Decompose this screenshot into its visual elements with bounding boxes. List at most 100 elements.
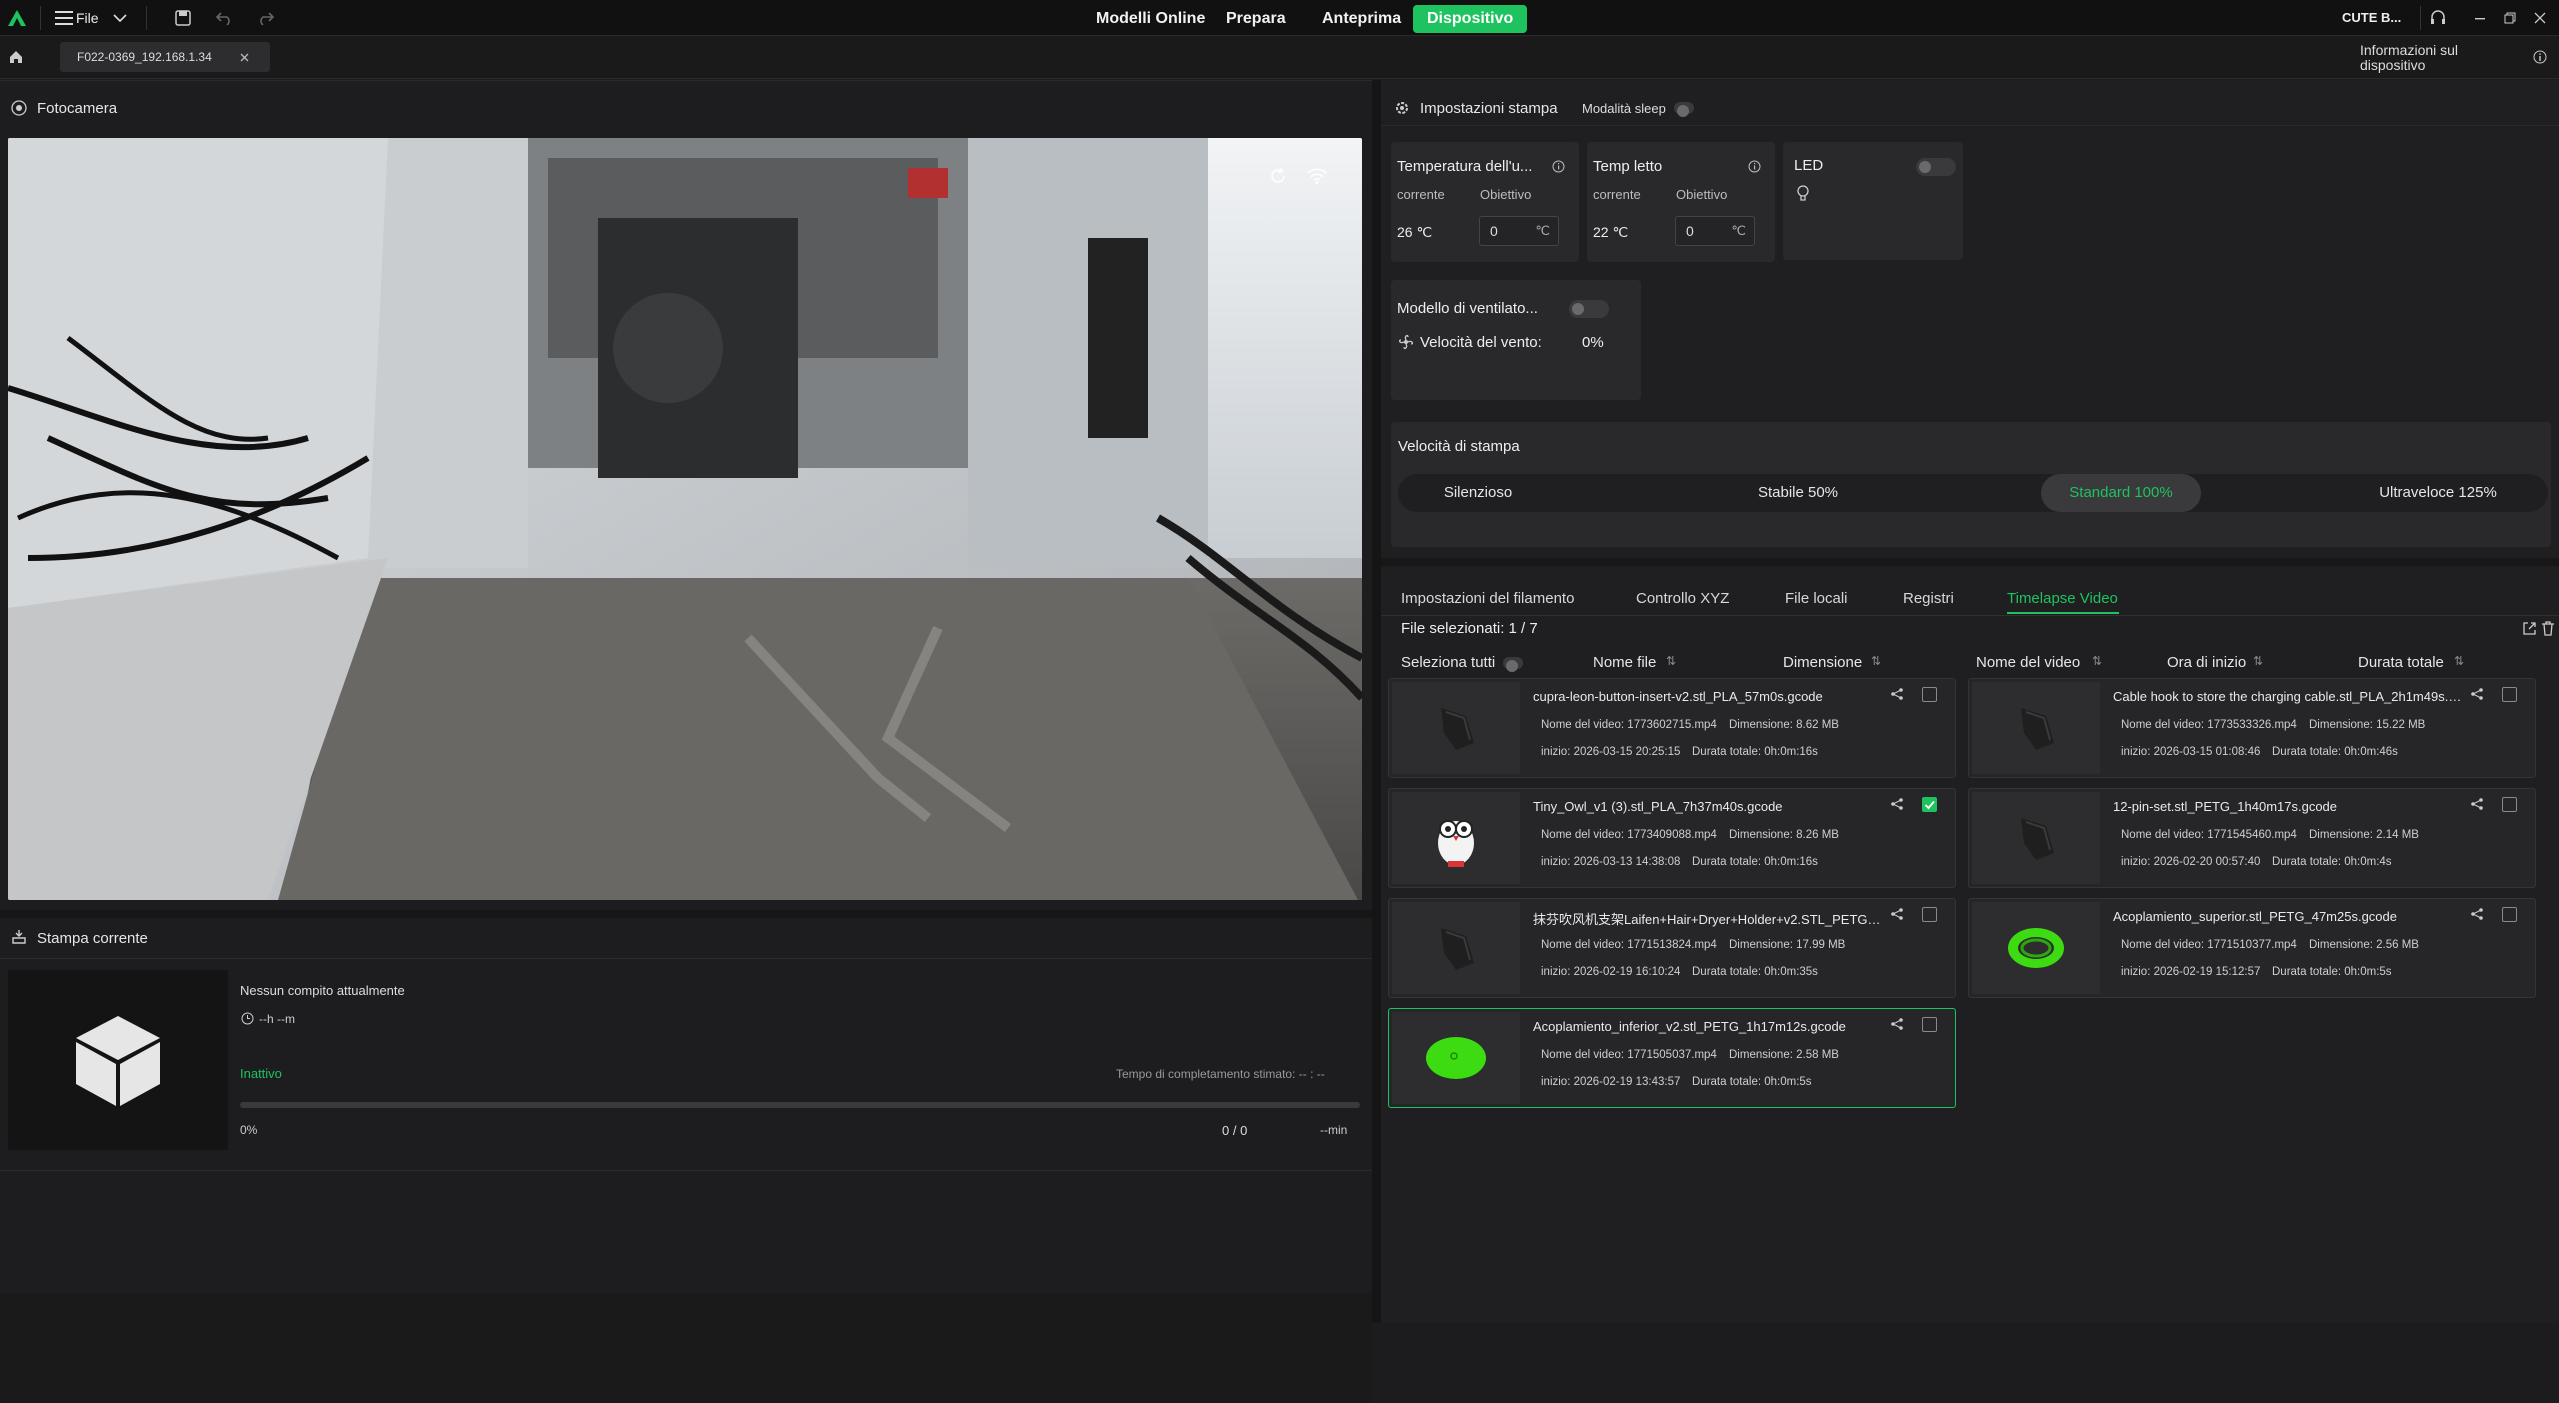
timelapse-video-name: Nome del video: 1771510377.mp4 [2121, 939, 2297, 951]
timelapse-start: inizio: 2026-02-19 15:12:57 [2121, 966, 2261, 978]
timelapse-card[interactable]: Acoplamiento_inferior_v2.stl_PETG_1h17m1… [1388, 1008, 1956, 1108]
tab-registri[interactable]: Registri [1903, 590, 1954, 607]
col-nome-video[interactable]: Nome del video [1976, 654, 2080, 671]
nav-modelli-online[interactable]: Modelli Online [1082, 5, 1219, 33]
timelapse-file-name: Tiny_Owl_v1 (3).stl_PLA_7h37m40s.gcode [1533, 799, 1783, 814]
col-nome-file[interactable]: Nome file [1593, 654, 1656, 671]
share-icon[interactable] [1891, 688, 1903, 700]
hamburger-menu-icon[interactable] [54, 9, 74, 27]
col-dimensione[interactable]: Dimensione [1783, 654, 1862, 671]
timelapse-card[interactable]: Acoplamiento_superior.stl_PETG_47m25s.gc… [1968, 898, 2536, 998]
trash-icon[interactable] [2539, 619, 2557, 637]
device-tab-label: F022-0369_192.168.1.34 [77, 50, 212, 64]
timelapse-size: Dimensione: 8.26 MB [1729, 829, 1839, 841]
print-speed-card: Velocità di stampa Silenzioso Stabile 50… [1391, 422, 2551, 547]
sort-icon[interactable]: ⇅ [1666, 654, 1676, 668]
timelapse-start: inizio: 2026-03-15 01:08:46 [2121, 746, 2261, 758]
sort-icon[interactable]: ⇅ [1871, 654, 1881, 668]
info-icon[interactable] [2532, 49, 2548, 65]
timelapse-size: Dimensione: 2.58 MB [1729, 1049, 1839, 1061]
share-icon[interactable] [2471, 798, 2483, 810]
col-ora-inizio[interactable]: Ora di inizio [2167, 654, 2246, 671]
sort-icon[interactable]: ⇅ [2454, 654, 2464, 668]
eta-label: Tempo di completamento stimato: -- : -- [1116, 1067, 1325, 1081]
empty-area [0, 1293, 1372, 1403]
timelapse-card[interactable]: cupra-leon-button-insert-v2.stl_PLA_57m0… [1388, 678, 1956, 778]
undo-icon[interactable] [214, 9, 234, 27]
layer-count: 0 / 0 [1222, 1123, 1248, 1138]
fan-toggle[interactable] [1569, 300, 1609, 318]
info-icon[interactable] [1551, 159, 1565, 173]
restore-icon[interactable] [2500, 8, 2520, 28]
sort-icon[interactable]: ⇅ [2092, 654, 2102, 668]
timelapse-card[interactable]: 抹芬吹风机支架Laifen+Hair+Dryer+Holder+v2.STL_P… [1388, 898, 1956, 998]
file-menu[interactable]: File [76, 10, 99, 26]
speed-option-stabile[interactable]: Stabile 50% [1718, 474, 1878, 512]
lightbulb-icon [1795, 184, 1811, 204]
camera-feed[interactable] [8, 138, 1362, 900]
cube-icon [76, 1016, 160, 1106]
user-name[interactable]: CUTE B... [2342, 10, 2401, 25]
timelapse-duration: Durata totale: 0h:0m:16s [1692, 856, 1818, 868]
close-window-icon[interactable] [2530, 8, 2550, 28]
share-icon[interactable] [2471, 908, 2483, 920]
tab-file-locali[interactable]: File locali [1785, 590, 1848, 607]
home-icon[interactable] [6, 47, 26, 67]
nozzle-target-input[interactable]: 0 ℃ [1479, 216, 1559, 246]
tab-xyz[interactable]: Controllo XYZ [1636, 590, 1729, 607]
chevron-down-icon[interactable] [112, 10, 128, 26]
timelapse-card[interactable]: Tiny_Owl_v1 (3).stl_PLA_7h37m40s.gcode No… [1388, 788, 1956, 888]
device-info-label[interactable]: Informazioni sul dispositivo [2360, 43, 2480, 73]
save-icon[interactable] [174, 9, 192, 27]
select-all-label: Seleziona tutti [1401, 654, 1496, 671]
speed-option-standard[interactable]: Standard 100% [2041, 474, 2201, 512]
nav-anteprima[interactable]: Anteprima [1308, 5, 1415, 33]
speed-option-ultraveloce[interactable]: Ultraveloce 125% [2358, 474, 2518, 512]
select-all-toggle[interactable] [1503, 657, 1523, 672]
tab-timelapse[interactable]: Timelapse Video [2007, 590, 2118, 607]
remaining-time: --min [1320, 1123, 1348, 1137]
minimize-icon[interactable] [2470, 8, 2490, 28]
led-toggle[interactable] [1916, 158, 1956, 176]
timelapse-checkbox[interactable] [1922, 687, 1937, 702]
timelapse-checkbox[interactable] [2502, 797, 2517, 812]
timelapse-card[interactable]: 12-pin-set.stl_PETG_1h40m17s.gcode Nome d… [1968, 788, 2536, 888]
sleep-mode-label: Modalità sleep [1582, 101, 1666, 116]
export-icon[interactable] [2520, 619, 2538, 637]
timelapse-file-name: Acoplamiento_inferior_v2.stl_PETG_1h17m1… [1533, 1019, 1846, 1034]
speed-option-silenzioso[interactable]: Silenzioso [1398, 474, 1558, 512]
timelapse-checkbox[interactable] [2502, 687, 2517, 702]
timelapse-start: inizio: 2026-02-19 16:10:24 [1541, 966, 1681, 978]
share-icon[interactable] [1891, 798, 1903, 810]
tab-filamento[interactable]: Impostazioni del filamento [1401, 590, 1574, 607]
current-print-title: Stampa corrente [37, 930, 148, 947]
redo-icon[interactable] [256, 9, 276, 27]
active-tab-indicator [2007, 612, 2119, 614]
timelapse-video-name: Nome del video: 1773533326.mp4 [2121, 719, 2297, 731]
timelapse-checkbox[interactable] [1922, 797, 1937, 812]
share-icon[interactable] [2471, 688, 2483, 700]
sleep-mode-toggle[interactable] [1674, 102, 1694, 117]
close-tab-icon[interactable] [236, 49, 252, 65]
nav-prepara[interactable]: Prepara [1212, 5, 1300, 33]
device-tab[interactable]: F022-0369_192.168.1.34 [60, 42, 270, 72]
divider [40, 6, 41, 30]
print-thumbnail [8, 970, 228, 1150]
timelapse-checkbox[interactable] [1922, 907, 1937, 922]
timelapse-checkbox[interactable] [2502, 907, 2517, 922]
timelapse-checkbox[interactable] [1922, 1017, 1937, 1032]
sort-icon[interactable]: ⇅ [2253, 654, 2263, 668]
share-icon[interactable] [1891, 1018, 1903, 1030]
rotate-icon[interactable] [1268, 166, 1288, 186]
timelapse-size: Dimensione: 17.99 MB [1729, 939, 1846, 951]
share-icon[interactable] [1891, 908, 1903, 920]
nav-dispositivo[interactable]: Dispositivo [1413, 5, 1528, 33]
print-status-text: Nessun compito attualmente [240, 983, 405, 998]
left-panel: Fotocamera Stampa corrente Nessun compit… [0, 80, 1372, 1403]
headset-icon[interactable] [2428, 8, 2448, 28]
panel-divider [1372, 80, 1381, 1323]
timelapse-card[interactable]: Cable hook to store the charging cable.s… [1968, 678, 2536, 778]
bed-target-input[interactable]: 0 ℃ [1675, 216, 1755, 246]
info-icon[interactable] [1747, 159, 1761, 173]
col-durata[interactable]: Durata totale [2358, 654, 2444, 671]
